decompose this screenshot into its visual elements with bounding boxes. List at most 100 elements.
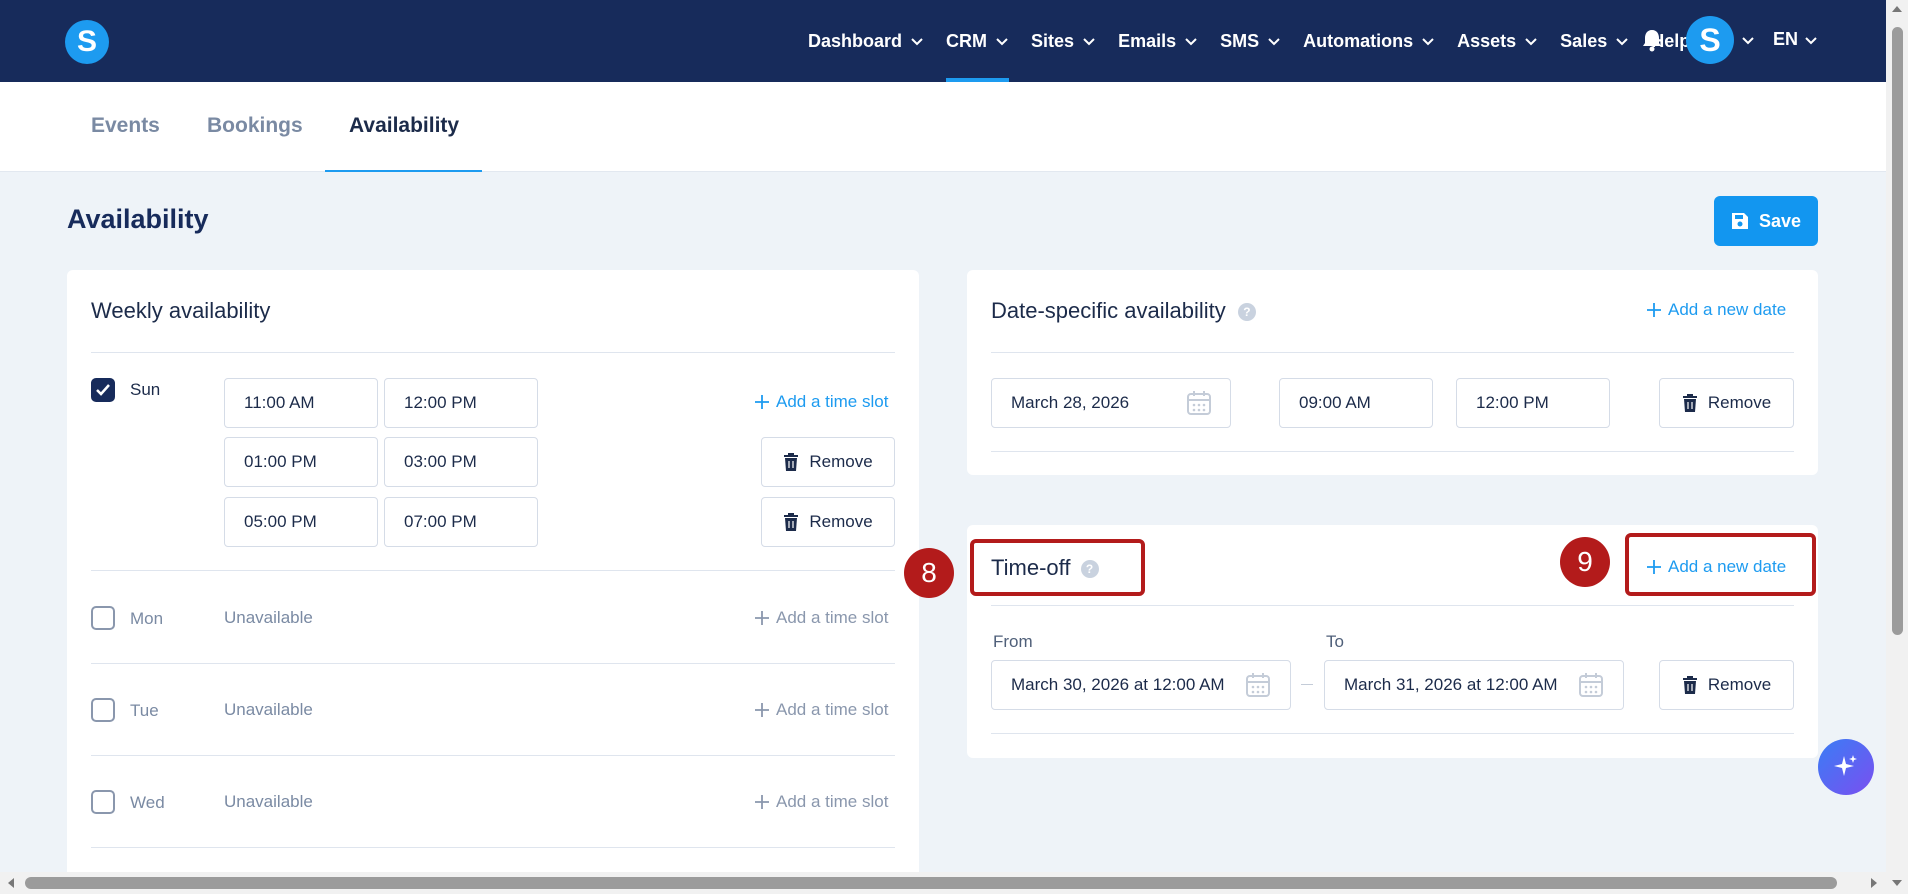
tab-events[interactable]: Events (91, 114, 160, 138)
remove-slot-button[interactable]: Remove (761, 497, 895, 547)
slot-start-input[interactable]: 01:00 PM (224, 437, 378, 487)
slot-start-input[interactable]: 05:00 PM (224, 497, 378, 547)
chevron-down-icon (1185, 38, 1197, 46)
save-icon (1731, 213, 1748, 229)
divider (91, 847, 895, 848)
start-time-input[interactable]: 09:00 AM (1279, 378, 1433, 428)
unavailable-label: Unavailable (224, 608, 313, 627)
save-button-label: Save (1758, 210, 1802, 231)
remove-date-button[interactable]: Remove (1659, 378, 1794, 428)
date-specific-title-text: Date-specific availability (991, 298, 1226, 323)
user-avatar[interactable]: S (1686, 16, 1734, 64)
slot-start-input[interactable]: 11:00 AM (224, 378, 378, 428)
remove-label: Remove (809, 512, 873, 531)
annotation-marker-8: 8 (904, 548, 954, 598)
from-date-input[interactable]: March 30, 2026 at 12:00 AM (991, 660, 1291, 710)
to-label: To (1326, 632, 1344, 651)
from-date-value: March 30, 2026 at 12:00 AM (1011, 675, 1225, 694)
nav-item-sites[interactable]: Sites (1031, 0, 1096, 82)
add-time-slot-link[interactable]: Add a time slot (754, 792, 888, 812)
top-navbar: S Dashboard CRM Sites Emails SMS Automat… (0, 0, 1886, 82)
to-date-value: March 31, 2026 at 12:00 AM (1344, 675, 1558, 694)
nav-item-sales[interactable]: Sales (1560, 0, 1629, 82)
trash-icon (784, 513, 799, 531)
slot-end-input[interactable]: 03:00 PM (384, 437, 538, 487)
day-checkbox-tue[interactable] (91, 698, 115, 722)
day-label-tue: Tue (130, 701, 159, 720)
remove-slot-button[interactable]: Remove (761, 437, 895, 487)
plus-icon (755, 395, 769, 409)
unavailable-label: Unavailable (224, 700, 313, 719)
plus-icon (1647, 303, 1661, 317)
chevron-down-icon[interactable] (1741, 33, 1755, 47)
scroll-up-arrow[interactable] (1892, 6, 1902, 12)
range-dash (1301, 684, 1313, 685)
save-button[interactable]: Save (1714, 196, 1818, 246)
date-specific-title: Date-specific availability ? (991, 298, 1256, 324)
unavailable-label: Unavailable (224, 792, 313, 811)
nav-item-label: Automations (1303, 30, 1414, 51)
nav-item-label: Emails (1118, 30, 1177, 51)
trash-icon (1682, 394, 1697, 412)
calendar-icon (1187, 391, 1211, 415)
chevron-down-icon (996, 38, 1008, 46)
weekly-availability-title: Weekly availability (91, 298, 271, 323)
add-time-slot-label: Add a time slot (776, 608, 889, 627)
ai-assistant-button[interactable] (1818, 739, 1874, 795)
weekly-availability-card: Weekly availability Sun 11:00 AM 12:00 P… (67, 270, 919, 890)
nav-item-label: Assets (1457, 30, 1517, 51)
day-checkbox-mon[interactable] (91, 606, 115, 630)
from-label: From (993, 632, 1033, 651)
nav-item-label: Sales (1560, 30, 1608, 51)
nav-item-label: SMS (1220, 30, 1260, 51)
scroll-down-arrow[interactable] (1892, 880, 1902, 886)
day-label-wed: Wed (130, 793, 165, 812)
nav-item-label: Dashboard (808, 30, 903, 51)
date-input[interactable]: March 28, 2026 (991, 378, 1231, 428)
bell-icon[interactable] (1641, 28, 1663, 52)
nav-item-emails[interactable]: Emails (1118, 0, 1198, 82)
app-logo[interactable]: S (65, 20, 109, 64)
add-time-slot-label: Add a time slot (776, 392, 889, 411)
end-time-input[interactable]: 12:00 PM (1456, 378, 1610, 428)
add-time-slot-link[interactable]: Add a time slot (754, 700, 888, 720)
nav-item-label: CRM (946, 30, 988, 51)
annotation-box-time-off-title (970, 539, 1145, 596)
add-time-slot-link[interactable]: Add a time slot (754, 392, 888, 412)
slot-end-input[interactable]: 07:00 PM (384, 497, 538, 547)
to-date-input[interactable]: March 31, 2026 at 12:00 AM (1324, 660, 1624, 710)
help-icon[interactable]: ? (1237, 303, 1256, 322)
chevron-down-icon[interactable] (1804, 33, 1818, 47)
checkmark-icon (96, 384, 110, 396)
day-checkbox-sun[interactable] (91, 378, 115, 402)
add-new-date-label: Add a new date (1668, 300, 1787, 319)
calendar-icon (1246, 673, 1270, 697)
day-label-mon: Mon (130, 609, 164, 628)
nav-item-crm[interactable]: CRM (946, 0, 1010, 82)
language-selector[interactable]: EN (1773, 29, 1798, 50)
divider (91, 570, 895, 571)
vertical-scroll-thumb[interactable] (1892, 27, 1903, 635)
divider (91, 352, 895, 353)
divider (91, 663, 895, 664)
remove-time-off-button[interactable]: Remove (1659, 660, 1794, 710)
nav-item-dashboard[interactable]: Dashboard (808, 0, 924, 82)
horizontal-scroll-thumb[interactable] (25, 877, 1837, 889)
scroll-left-arrow[interactable] (8, 878, 14, 888)
chevron-down-icon (1083, 38, 1095, 46)
add-new-date-link[interactable]: Add a new date (1646, 300, 1786, 320)
add-time-slot-link[interactable]: Add a time slot (754, 608, 888, 628)
nav-item-assets[interactable]: Assets (1457, 0, 1538, 82)
day-checkbox-wed[interactable] (91, 790, 115, 814)
calendar-icon (1579, 673, 1603, 697)
scroll-right-arrow[interactable] (1871, 878, 1877, 888)
slot-end-input[interactable]: 12:00 PM (384, 378, 538, 428)
tab-availability[interactable]: Availability (349, 114, 459, 138)
plus-icon (755, 703, 769, 717)
trash-icon (1682, 676, 1697, 694)
nav-item-automations[interactable]: Automations (1303, 0, 1435, 82)
tab-bookings[interactable]: Bookings (207, 114, 303, 138)
chevron-down-icon (1268, 38, 1280, 46)
trash-icon (784, 453, 799, 471)
nav-item-sms[interactable]: SMS (1220, 0, 1281, 82)
